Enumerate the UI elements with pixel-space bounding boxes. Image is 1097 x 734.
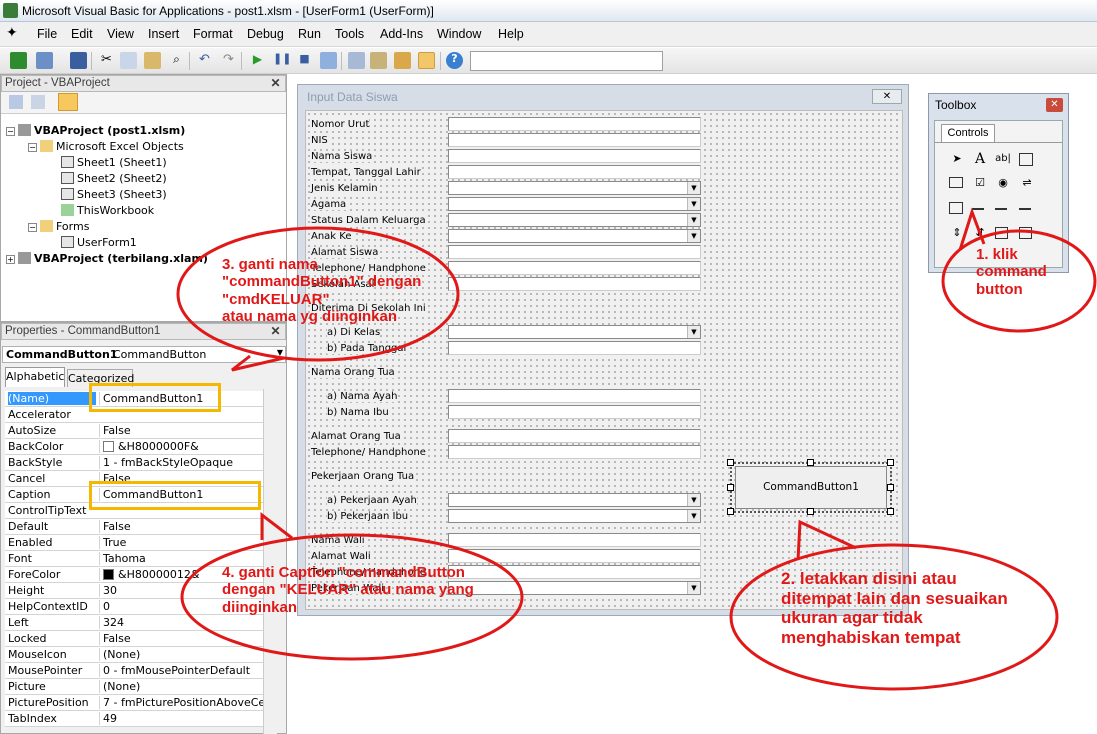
- annotation-step-4: 4. ganti Caption "commandButton dengan "…: [222, 564, 474, 616]
- annotation-step-1: 1. klik command button: [976, 246, 1047, 298]
- annotation-step-2: 2. letakkan disini atau ditempat lain da…: [781, 569, 1008, 647]
- annotation-step-3: 3. ganti nama "commandButton1" dengan "c…: [222, 256, 422, 325]
